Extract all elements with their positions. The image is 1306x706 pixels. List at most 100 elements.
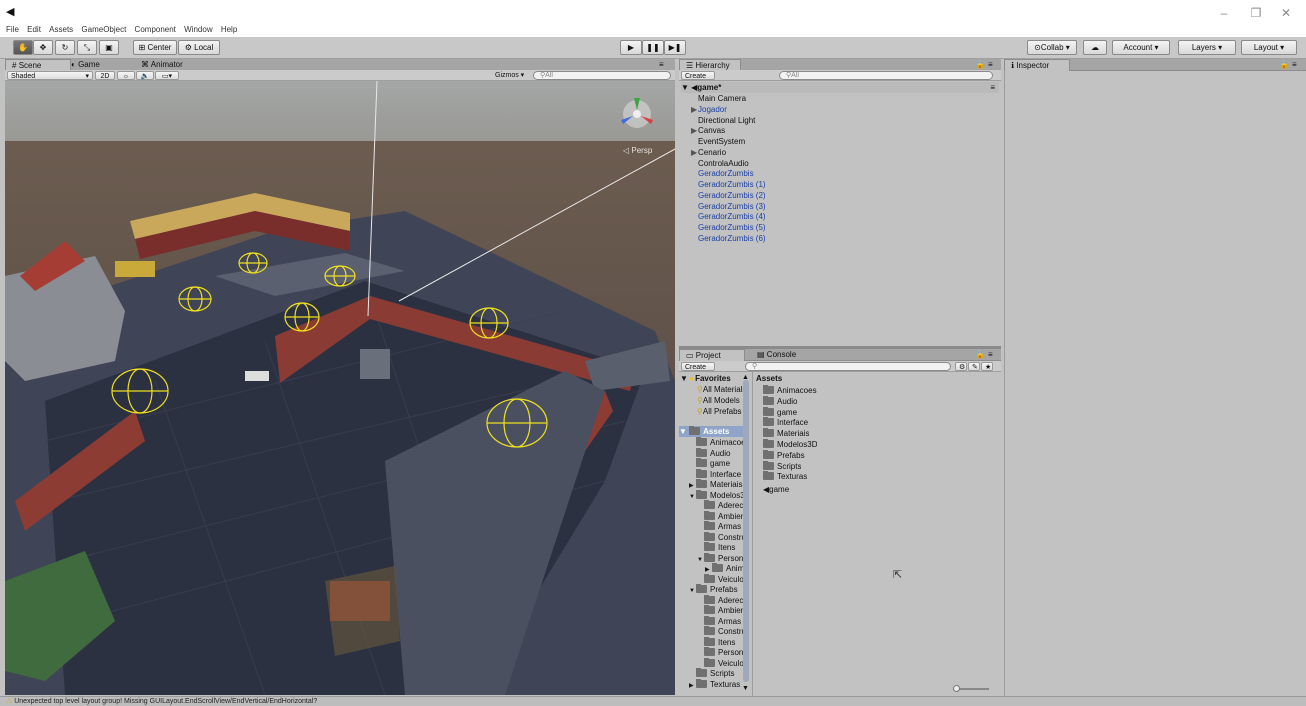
hierarchy-item[interactable]: ControlaAudio xyxy=(691,158,749,169)
tree-folder-item[interactable]: Aderecos xyxy=(697,594,747,606)
tree-folder-item[interactable]: Veiculos xyxy=(697,657,747,669)
tab-inspector[interactable]: ℹ Inspector xyxy=(1004,59,1070,71)
scene-menu-icon[interactable]: ≡ xyxy=(990,82,995,93)
tree-folder-item[interactable]: ▼Personagens xyxy=(697,552,747,564)
favorite-all-prefabs[interactable]: ⚲All Prefabs xyxy=(697,406,747,417)
rotate-tool-button[interactable]: ↻ xyxy=(55,40,75,55)
tree-scrollbar[interactable] xyxy=(743,380,749,682)
tree-folder-item[interactable]: ▶Animacoes xyxy=(705,563,747,574)
menu-window[interactable]: Window xyxy=(184,23,212,37)
move-tool-button[interactable]: ✥ xyxy=(33,40,53,55)
asset-folder-item[interactable]: Materiais xyxy=(763,428,809,439)
hierarchy-item[interactable]: GeradorZumbis (3) xyxy=(691,201,766,212)
rect-tool-button[interactable]: ▣ xyxy=(99,40,119,55)
hierarchy-item[interactable]: ▶Cenario xyxy=(691,147,726,158)
tree-folder-item[interactable]: ▼ Prefabs xyxy=(689,584,747,595)
layout-dropdown[interactable]: Layout ▾ xyxy=(1241,40,1297,55)
minimize-icon[interactable]: – xyxy=(1214,6,1234,20)
favorite-all-models[interactable]: ⚲All Models xyxy=(697,395,747,406)
collab-dropdown[interactable]: ⊙Collab ▾ xyxy=(1027,40,1077,55)
scene-viewport[interactable]: ◁ Persp xyxy=(5,81,675,695)
pause-button[interactable]: ❚❚ xyxy=(642,40,664,55)
project-search-input[interactable]: ⚲ xyxy=(745,362,951,371)
tree-folder-item[interactable]: ▼ Modelos3D xyxy=(689,489,747,501)
expand-arrow-icon[interactable]: ▶ xyxy=(689,681,696,690)
hierarchy-item[interactable]: EventSystem xyxy=(691,136,745,147)
tree-folder-item[interactable]: Ambiente xyxy=(697,510,747,522)
asset-folder-item[interactable]: Interface xyxy=(763,417,808,428)
hierarchy-item[interactable]: Main Camera xyxy=(691,93,746,104)
expand-arrow-icon[interactable]: ▼ xyxy=(689,586,696,595)
pivot-local-button[interactable]: ⚙ Local xyxy=(178,40,220,55)
hierarchy-item[interactable]: GeradorZumbis (4) xyxy=(691,211,766,222)
filter-label-icon[interactable]: ✎ xyxy=(968,362,980,371)
scroll-down-icon[interactable]: ▼ xyxy=(742,685,749,692)
asset-folder-item[interactable]: Modelos3D xyxy=(763,439,817,450)
asset-folder-item[interactable]: Scripts xyxy=(763,460,801,472)
expand-arrow-icon[interactable]: ▶ xyxy=(691,125,698,136)
scene-root[interactable]: ▼ ◀game* ≡ xyxy=(681,82,999,93)
tree-folder-item[interactable]: Construcoes xyxy=(697,531,747,543)
asset-folder-item[interactable]: Animacoes xyxy=(763,385,817,396)
asset-folder-item[interactable]: game xyxy=(763,406,797,418)
cloud-button[interactable]: ☁ xyxy=(1083,40,1107,55)
tree-folder-item[interactable]: ▶ Materiais xyxy=(689,479,747,490)
asset-folder-item[interactable]: Prefabs xyxy=(763,449,805,461)
slider-thumb[interactable] xyxy=(953,685,960,692)
tree-folder-item[interactable]: ▶ Texturas xyxy=(689,678,747,690)
asset-item-game-scene[interactable]: ◀game xyxy=(763,484,789,495)
layers-dropdown[interactable]: Layers ▾ xyxy=(1178,40,1236,55)
persp-label[interactable]: ◁ Persp xyxy=(623,146,652,155)
hierarchy-create-dropdown[interactable]: Create ▾ xyxy=(681,71,715,89)
tree-folder-item[interactable]: game xyxy=(689,458,747,469)
project-create-dropdown[interactable]: Create ▾ xyxy=(681,362,715,380)
step-button[interactable]: ▶❚ xyxy=(664,40,686,55)
tree-folder-item[interactable]: Scripts xyxy=(689,668,747,679)
filter-type-icon[interactable]: ⚙ xyxy=(955,362,967,371)
shading-mode-dropdown[interactable]: Shaded ▾ xyxy=(7,71,93,80)
menu-component[interactable]: Component xyxy=(135,23,176,37)
gizmos-dropdown[interactable]: Gizmos ▾ xyxy=(492,71,530,80)
menu-help[interactable]: Help xyxy=(221,23,237,37)
effects-dropdown-icon[interactable]: ▭▾ xyxy=(155,71,179,80)
hierarchy-item[interactable]: GeradorZumbis (5) xyxy=(691,222,766,233)
lock-icon[interactable]: 🔒 xyxy=(1279,59,1289,71)
menu-gameobject[interactable]: GameObject xyxy=(81,23,126,37)
tree-folder-item[interactable]: Ambiente xyxy=(697,605,747,616)
audio-toggle-icon[interactable]: 🔈 xyxy=(136,71,154,80)
favorite-star-icon[interactable]: ★ xyxy=(981,362,993,371)
favorite-all-materials[interactable]: ⚲All Materials xyxy=(697,384,747,395)
hierarchy-item[interactable]: ▶Jogador xyxy=(691,104,727,115)
tree-folder-item[interactable]: Armas xyxy=(697,615,747,627)
asset-folder-item[interactable]: Audio xyxy=(763,395,797,407)
tree-folder-item[interactable]: Armas xyxy=(697,521,747,532)
hand-tool-button[interactable]: ✋ xyxy=(13,40,33,55)
expand-arrow-icon[interactable]: ▼ xyxy=(697,555,704,564)
tree-folder-item[interactable]: Interface xyxy=(689,468,747,480)
expand-arrow-icon[interactable]: ▶ xyxy=(691,104,698,115)
menu-assets[interactable]: Assets xyxy=(49,23,73,37)
tree-folder-item[interactable]: Personagens xyxy=(697,647,747,658)
hierarchy-item[interactable]: GeradorZumbis (1) xyxy=(691,179,766,190)
hierarchy-item[interactable]: GeradorZumbis (2) xyxy=(691,190,766,201)
menu-edit[interactable]: Edit xyxy=(27,23,41,37)
hierarchy-item[interactable]: GeradorZumbis (6) xyxy=(691,233,766,244)
lighting-toggle-icon[interactable]: ☼ xyxy=(117,71,135,80)
panel-menu-icon[interactable]: ≡ xyxy=(988,349,993,361)
scene-search-input[interactable]: ⚲All xyxy=(533,71,671,80)
breadcrumb[interactable]: Assets xyxy=(756,373,782,384)
account-dropdown[interactable]: Account ▾ xyxy=(1112,40,1170,55)
hierarchy-item[interactable]: GeradorZumbis xyxy=(691,168,754,179)
tab-console[interactable]: ▤ Console xyxy=(751,349,802,361)
tree-folder-item[interactable]: Itens xyxy=(697,636,747,648)
tree-folder-item[interactable]: Animacoes xyxy=(689,437,747,448)
hierarchy-item[interactable]: ▶Canvas xyxy=(691,125,725,136)
panel-menu-icon[interactable]: ≡ xyxy=(1292,59,1297,71)
hierarchy-item[interactable]: Directional Light xyxy=(691,115,755,126)
tree-folder-item[interactable]: Audio xyxy=(689,447,747,459)
expand-arrow-icon[interactable]: ▶ xyxy=(691,147,698,158)
menu-file[interactable]: File xyxy=(6,23,19,37)
pivot-center-button[interactable]: ⊞ Center xyxy=(133,40,177,55)
tab-project[interactable]: ▭ Project xyxy=(679,349,745,361)
status-message[interactable]: Unexpected top level layout group! Missi… xyxy=(14,698,317,705)
